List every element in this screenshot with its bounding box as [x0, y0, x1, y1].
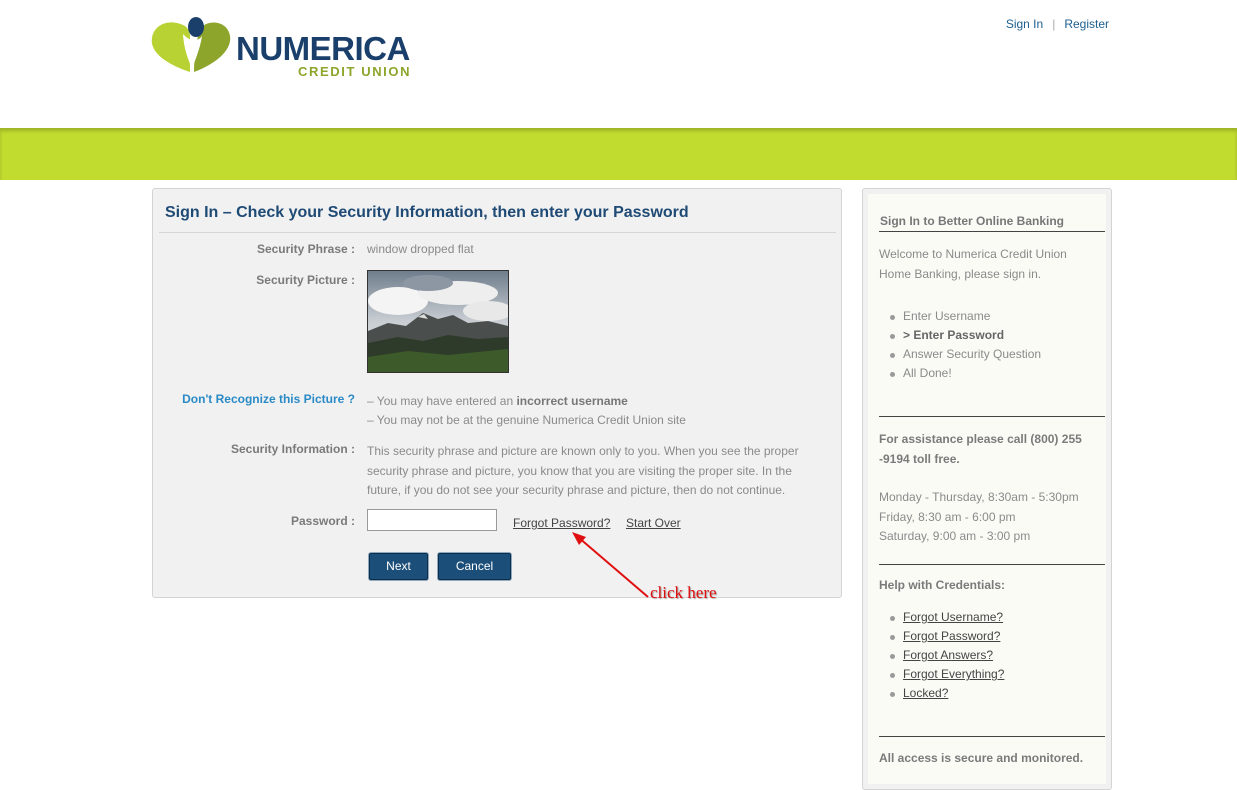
warning-line-2: – You may not be at the genuine Numerica… — [367, 413, 686, 427]
page-title: Sign In – Check your Security Informatio… — [165, 204, 689, 221]
link-separator: | — [1052, 17, 1056, 31]
forgot-answers-link[interactable]: Forgot Answers? — [903, 648, 993, 662]
hours-line: Monday - Thursday, 8:30am - 5:30pm — [879, 490, 1079, 504]
forgot-username-link[interactable]: Forgot Username? — [903, 610, 1003, 624]
sidebar-title: Sign In to Better Online Banking — [880, 214, 1065, 228]
security-phrase-label: Security Phrase : — [256, 242, 355, 256]
sign-in-link[interactable]: Sign In — [1006, 17, 1043, 31]
cancel-button[interactable]: Cancel — [438, 553, 511, 580]
sidebar-welcome: Welcome to Numerica Credit Union Home Ba… — [879, 247, 1067, 281]
warning-line-1: – You may have entered an incorrect user… — [367, 392, 686, 411]
help-link-item: Forgot Answers? — [889, 646, 1004, 665]
dont-recognize-picture-link[interactable]: Don't Recognize this Picture ? — [153, 392, 355, 406]
sign-in-steps: Enter Username > Enter Password Answer S… — [879, 307, 1041, 383]
brand-band — [0, 128, 1237, 180]
help-title: Help with Credentials: — [879, 578, 1006, 592]
mountain-image — [368, 271, 508, 372]
step-item-current: > Enter Password — [889, 326, 1041, 345]
sidebar-inner: Sign In to Better Online Banking Welcome… — [868, 194, 1106, 784]
hours-line: Saturday, 9:00 am - 3:00 pm — [879, 529, 1031, 543]
warning-line-1-bold: incorrect username — [516, 394, 628, 408]
register-link[interactable]: Register — [1064, 17, 1109, 31]
assistance-text: For assistance please call (800) 255 -91… — [879, 432, 1082, 466]
sign-in-panel: Sign In – Check your Security Informatio… — [152, 188, 842, 598]
sidebar-divider — [879, 416, 1105, 417]
hours-line: Friday, 8:30 am - 6:00 pm — [879, 509, 1016, 524]
help-link-item: Forgot Username? — [889, 608, 1004, 627]
annotation-arrow — [572, 532, 649, 598]
security-phrase-value: window dropped flat — [367, 242, 474, 256]
business-hours: Monday - Thursday, 8:30am - 5:30pm Frida… — [879, 488, 1079, 547]
sidebar-divider — [879, 736, 1105, 737]
security-picture — [367, 270, 509, 373]
sidebar: Sign In to Better Online Banking Welcome… — [862, 188, 1112, 790]
title-divider — [159, 232, 836, 233]
step-item: Answer Security Question — [889, 345, 1041, 364]
warning-line-1-text: – You may have entered an — [367, 394, 517, 408]
security-picture-label: Security Picture : — [256, 273, 355, 287]
logo-subtitle: CREDIT UNION — [298, 64, 412, 79]
password-label: Password : — [290, 514, 355, 528]
forgot-everything-link[interactable]: Forgot Everything? — [903, 667, 1004, 681]
security-info-label: Security Information : — [230, 442, 355, 456]
next-button[interactable]: Next — [369, 553, 428, 580]
numerica-logo[interactable]: NUMERICA CREDIT UNION — [150, 14, 440, 80]
help-link-item: Forgot Password? — [889, 627, 1004, 646]
sidebar-divider — [879, 564, 1105, 565]
security-info-text: This security phrase and picture are kno… — [367, 444, 799, 497]
click-here-annotation: click here — [650, 583, 717, 602]
locked-link[interactable]: Locked? — [903, 686, 948, 700]
top-links: Sign In | Register — [1006, 17, 1109, 31]
help-link-item: Locked? — [889, 684, 1004, 703]
step-item: All Done! — [889, 364, 1041, 383]
sidebar-forgot-password-link[interactable]: Forgot Password? — [903, 629, 1000, 643]
sidebar-divider — [879, 231, 1105, 232]
help-link-item: Forgot Everything? — [889, 665, 1004, 684]
step-item: Enter Username — [889, 307, 1041, 326]
recognize-warnings: – You may have entered an incorrect user… — [367, 392, 686, 430]
secure-notice: All access is secure and monitored. — [879, 751, 1084, 765]
logo-wordmark: NUMERICA — [236, 30, 410, 67]
password-input[interactable] — [367, 509, 497, 531]
help-links: Forgot Username? Forgot Password? Forgot… — [879, 608, 1004, 703]
